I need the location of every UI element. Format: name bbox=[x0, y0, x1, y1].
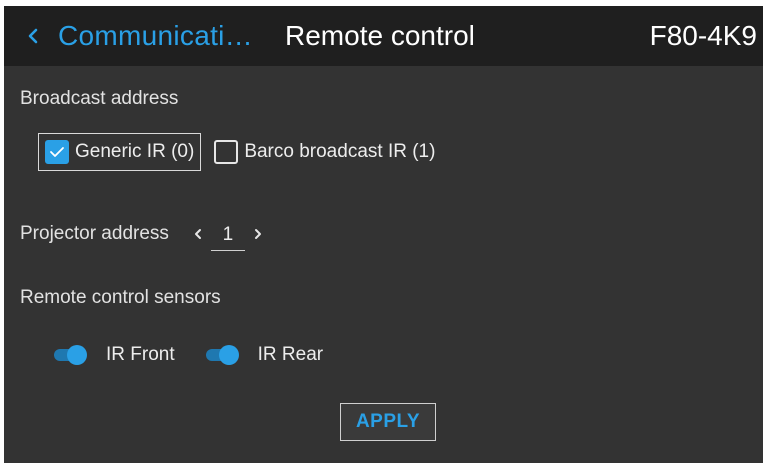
projector-address-row: Projector address 1 bbox=[20, 216, 265, 252]
generic-ir-label: Generic IR (0) bbox=[75, 141, 195, 162]
page-title: Remote control bbox=[285, 20, 475, 51]
header-bar: Communicati… Remote control F80-4K9 bbox=[4, 6, 763, 66]
checkbox-empty-icon bbox=[214, 140, 239, 164]
projector-address-label: Projector address bbox=[20, 223, 169, 244]
projector-address-value[interactable]: 1 bbox=[210, 224, 245, 251]
checkmark-icon bbox=[45, 140, 69, 164]
generic-ir-checkbox[interactable]: Generic IR (0) bbox=[38, 133, 202, 171]
barco-broadcast-ir-label: Barco broadcast IR (1) bbox=[244, 141, 436, 162]
ir-rear-label: IR Rear bbox=[257, 344, 324, 365]
projector-model: F80-4K9 bbox=[649, 20, 757, 51]
decrement-button[interactable] bbox=[191, 224, 205, 244]
remote-control-sensors-label: Remote control sensors bbox=[20, 287, 221, 308]
chevron-left-icon bbox=[194, 229, 201, 239]
ir-rear-toggle[interactable]: IR Rear bbox=[204, 344, 323, 366]
apply-button[interactable]: APPLY bbox=[340, 403, 436, 441]
back-button[interactable]: Communicati… bbox=[26, 6, 253, 66]
toggle-switch-icon bbox=[204, 344, 239, 366]
sensor-toggles: IR Front IR Rear bbox=[52, 340, 352, 370]
back-label: Communicati… bbox=[58, 20, 253, 51]
toggle-switch-icon bbox=[52, 344, 87, 366]
broadcast-address-label: Broadcast address bbox=[20, 88, 179, 109]
remote-control-screen: Communicati… Remote control F80-4K9 Broa… bbox=[4, 6, 763, 463]
chevron-right-icon bbox=[254, 229, 261, 239]
ir-front-label: IR Front bbox=[106, 344, 175, 365]
ir-front-toggle[interactable]: IR Front bbox=[52, 344, 175, 366]
chevron-left-icon bbox=[26, 26, 40, 46]
broadcast-address-options: Generic IR (0) Barco broadcast IR (1) bbox=[38, 132, 442, 172]
increment-button[interactable] bbox=[251, 224, 265, 244]
barco-broadcast-ir-checkbox[interactable]: Barco broadcast IR (1) bbox=[207, 133, 442, 171]
